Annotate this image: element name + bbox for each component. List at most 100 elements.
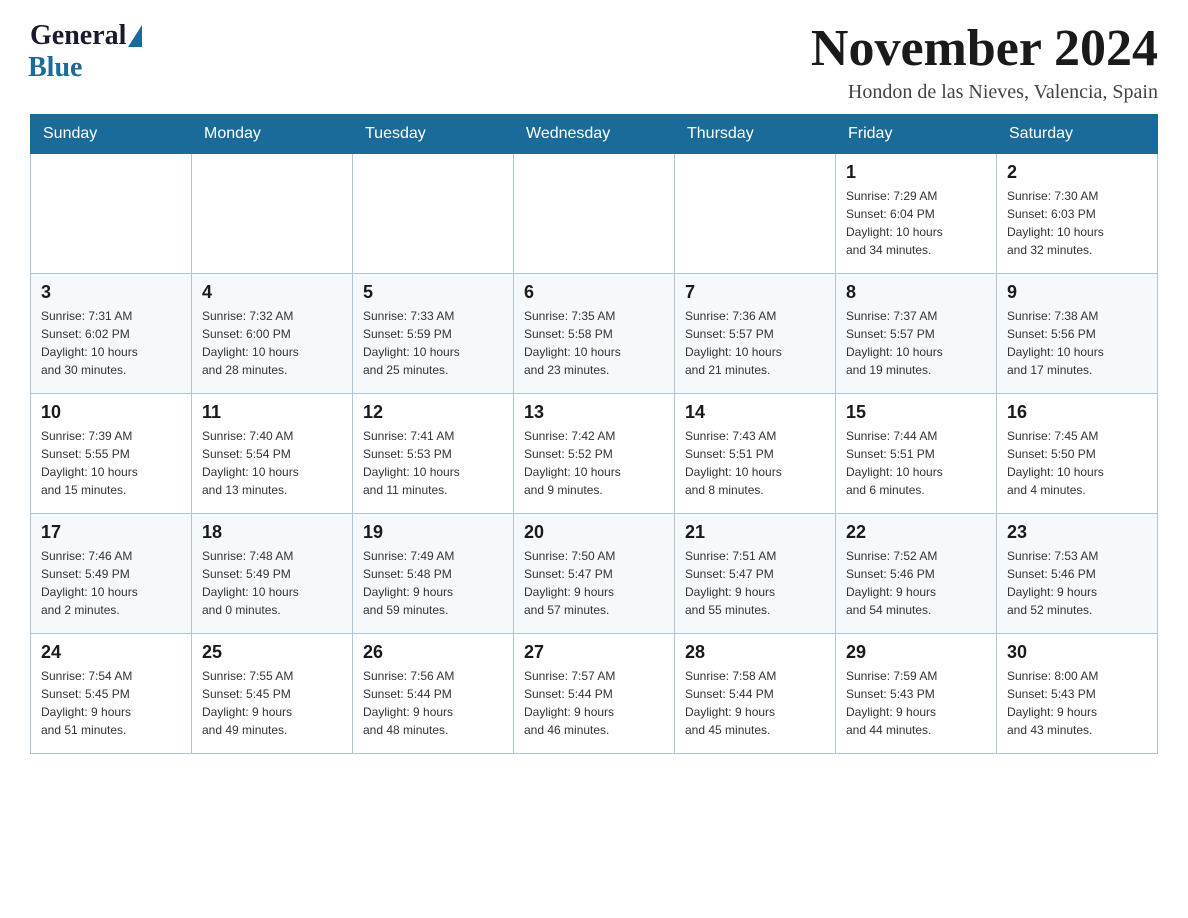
day-info: Sunrise: 7:53 AMSunset: 5:46 PMDaylight:… (1007, 547, 1147, 619)
day-number: 20 (524, 522, 664, 543)
calendar-week-row: 10 Sunrise: 7:39 AMSunset: 5:55 PMDayligh… (31, 394, 1158, 514)
calendar-cell: 5 Sunrise: 7:33 AMSunset: 5:59 PMDaylight… (353, 274, 514, 394)
calendar-cell: 9Sunrise: 7:38 AMSunset: 5:56 PMDaylight… (997, 274, 1158, 394)
calendar-cell: 22 Sunrise: 7:52 AMSunset: 5:46 PMDayligh… (836, 514, 997, 634)
calendar-week-row: 1 Sunrise: 7:29 AMSunset: 6:04 PMDaylight… (31, 154, 1158, 274)
day-info: Sunrise: 7:56 AMSunset: 5:44 PMDaylight:… (363, 667, 503, 739)
day-info: Sunrise: 7:50 AMSunset: 5:47 PMDaylight:… (524, 547, 664, 619)
day-info: Sunrise: 7:45 AMSunset: 5:50 PMDaylight:… (1007, 427, 1147, 499)
column-header-thursday: Thursday (675, 115, 836, 154)
calendar-cell: 28 Sunrise: 7:58 AMSunset: 5:44 PMDayligh… (675, 634, 836, 754)
calendar-cell: 27Sunrise: 7:57 AMSunset: 5:44 PMDayligh… (514, 634, 675, 754)
calendar-cell: 23 Sunrise: 7:53 AMSunset: 5:46 PMDayligh… (997, 514, 1158, 634)
page-header: General Blue November 2024 Hondon de las… (30, 20, 1158, 104)
day-number: 29 (846, 642, 986, 663)
day-number: 5 (363, 282, 503, 303)
day-number: 11 (202, 402, 342, 423)
month-title: November 2024 (811, 20, 1158, 77)
calendar-cell: 18Sunrise: 7:48 AMSunset: 5:49 PMDayligh… (192, 514, 353, 634)
column-header-sunday: Sunday (31, 115, 192, 154)
day-info: Sunrise: 7:37 AMSunset: 5:57 PMDaylight:… (846, 307, 986, 379)
day-info: Sunrise: 7:42 AMSunset: 5:52 PMDaylight:… (524, 427, 664, 499)
day-info: Sunrise: 7:39 AMSunset: 5:55 PMDaylight:… (41, 427, 181, 499)
calendar-cell (514, 154, 675, 274)
day-number: 24 (41, 642, 181, 663)
calendar-cell: 29Sunrise: 7:59 AMSunset: 5:43 PMDayligh… (836, 634, 997, 754)
column-header-monday: Monday (192, 115, 353, 154)
day-info: Sunrise: 7:48 AMSunset: 5:49 PMDaylight:… (202, 547, 342, 619)
calendar-cell: 10 Sunrise: 7:39 AMSunset: 5:55 PMDayligh… (31, 394, 192, 514)
calendar-cell: 24 Sunrise: 7:54 AMSunset: 5:45 PMDayligh… (31, 634, 192, 754)
day-number: 14 (685, 402, 825, 423)
day-info: Sunrise: 7:40 AMSunset: 5:54 PMDaylight:… (202, 427, 342, 499)
calendar-cell: 20 Sunrise: 7:50 AMSunset: 5:47 PMDayligh… (514, 514, 675, 634)
day-number: 13 (524, 402, 664, 423)
calendar-cell: 30Sunrise: 8:00 AMSunset: 5:43 PMDayligh… (997, 634, 1158, 754)
day-info: Sunrise: 7:49 AMSunset: 5:48 PMDaylight:… (363, 547, 503, 619)
title-block: November 2024 Hondon de las Nieves, Vale… (811, 20, 1158, 104)
day-info: Sunrise: 7:29 AMSunset: 6:04 PMDaylight:… (846, 187, 986, 259)
calendar-table: SundayMondayTuesdayWednesdayThursdayFrid… (30, 114, 1158, 754)
day-number: 8 (846, 282, 986, 303)
calendar-week-row: 17 Sunrise: 7:46 AMSunset: 5:49 PMDayligh… (31, 514, 1158, 634)
calendar-cell: 2 Sunrise: 7:30 AMSunset: 6:03 PMDaylight… (997, 154, 1158, 274)
day-number: 22 (846, 522, 986, 543)
day-info: Sunrise: 7:51 AMSunset: 5:47 PMDaylight:… (685, 547, 825, 619)
day-info: Sunrise: 7:33 AMSunset: 5:59 PMDaylight:… (363, 307, 503, 379)
day-info: Sunrise: 7:52 AMSunset: 5:46 PMDaylight:… (846, 547, 986, 619)
day-number: 10 (41, 402, 181, 423)
day-info: Sunrise: 7:46 AMSunset: 5:49 PMDaylight:… (41, 547, 181, 619)
calendar-cell: 17 Sunrise: 7:46 AMSunset: 5:49 PMDayligh… (31, 514, 192, 634)
logo-general-text: General (30, 20, 126, 52)
day-info: Sunrise: 7:54 AMSunset: 5:45 PMDaylight:… (41, 667, 181, 739)
logo-triangle-icon (128, 25, 142, 47)
day-number: 26 (363, 642, 503, 663)
logo-blue-text: Blue (28, 52, 82, 84)
day-number: 12 (363, 402, 503, 423)
day-info: Sunrise: 7:44 AMSunset: 5:51 PMDaylight:… (846, 427, 986, 499)
day-number: 6 (524, 282, 664, 303)
calendar-cell: 25Sunrise: 7:55 AMSunset: 5:45 PMDayligh… (192, 634, 353, 754)
column-header-tuesday: Tuesday (353, 115, 514, 154)
day-number: 4 (202, 282, 342, 303)
day-number: 23 (1007, 522, 1147, 543)
calendar-cell: 1 Sunrise: 7:29 AMSunset: 6:04 PMDaylight… (836, 154, 997, 274)
column-header-friday: Friday (836, 115, 997, 154)
day-info: Sunrise: 8:00 AMSunset: 5:43 PMDaylight:… (1007, 667, 1147, 739)
calendar-cell: 14 Sunrise: 7:43 AMSunset: 5:51 PMDayligh… (675, 394, 836, 514)
column-header-wednesday: Wednesday (514, 115, 675, 154)
day-info: Sunrise: 7:43 AMSunset: 5:51 PMDaylight:… (685, 427, 825, 499)
day-number: 19 (363, 522, 503, 543)
calendar-cell (675, 154, 836, 274)
calendar-cell: 8 Sunrise: 7:37 AMSunset: 5:57 PMDaylight… (836, 274, 997, 394)
day-info: Sunrise: 7:36 AMSunset: 5:57 PMDaylight:… (685, 307, 825, 379)
calendar-cell: 12Sunrise: 7:41 AMSunset: 5:53 PMDayligh… (353, 394, 514, 514)
day-number: 15 (846, 402, 986, 423)
calendar-cell (353, 154, 514, 274)
day-number: 21 (685, 522, 825, 543)
calendar-cell: 19 Sunrise: 7:49 AMSunset: 5:48 PMDayligh… (353, 514, 514, 634)
calendar-week-row: 24 Sunrise: 7:54 AMSunset: 5:45 PMDayligh… (31, 634, 1158, 754)
day-number: 17 (41, 522, 181, 543)
calendar-week-row: 3Sunrise: 7:31 AMSunset: 6:02 PMDaylight… (31, 274, 1158, 394)
day-number: 7 (685, 282, 825, 303)
calendar-cell: 21 Sunrise: 7:51 AMSunset: 5:47 PMDayligh… (675, 514, 836, 634)
day-number: 1 (846, 162, 986, 183)
day-info: Sunrise: 7:38 AMSunset: 5:56 PMDaylight:… (1007, 307, 1147, 379)
day-number: 2 (1007, 162, 1147, 183)
calendar-cell: 4 Sunrise: 7:32 AMSunset: 6:00 PMDaylight… (192, 274, 353, 394)
day-info: Sunrise: 7:58 AMSunset: 5:44 PMDaylight:… (685, 667, 825, 739)
calendar-cell: 15 Sunrise: 7:44 AMSunset: 5:51 PMDayligh… (836, 394, 997, 514)
day-info: Sunrise: 7:35 AMSunset: 5:58 PMDaylight:… (524, 307, 664, 379)
day-number: 16 (1007, 402, 1147, 423)
day-number: 25 (202, 642, 342, 663)
calendar-cell: 7 Sunrise: 7:36 AMSunset: 5:57 PMDaylight… (675, 274, 836, 394)
calendar-cell (31, 154, 192, 274)
day-info: Sunrise: 7:30 AMSunset: 6:03 PMDaylight:… (1007, 187, 1147, 259)
calendar-cell: 16 Sunrise: 7:45 AMSunset: 5:50 PMDayligh… (997, 394, 1158, 514)
calendar-cell: 6 Sunrise: 7:35 AMSunset: 5:58 PMDaylight… (514, 274, 675, 394)
location-subtitle: Hondon de las Nieves, Valencia, Spain (811, 81, 1158, 104)
day-info: Sunrise: 7:32 AMSunset: 6:00 PMDaylight:… (202, 307, 342, 379)
calendar-cell: 13 Sunrise: 7:42 AMSunset: 5:52 PMDayligh… (514, 394, 675, 514)
day-number: 28 (685, 642, 825, 663)
